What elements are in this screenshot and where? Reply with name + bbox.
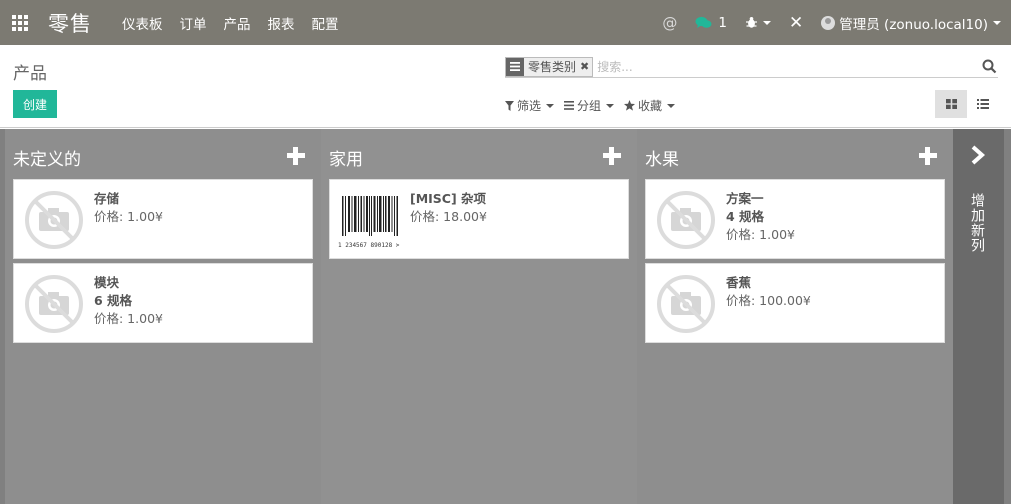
favorites-dropdown[interactable]: 收藏 bbox=[624, 97, 676, 114]
no-image-icon bbox=[657, 275, 715, 333]
search-icon[interactable] bbox=[982, 59, 997, 74]
filter-dropdown[interactable]: 筛选 bbox=[505, 97, 555, 114]
chevron-down-icon bbox=[763, 20, 772, 25]
message-count-badge: 1 bbox=[718, 14, 728, 31]
card-info: [MISC] 杂项 价格: 18.00¥ bbox=[410, 190, 487, 226]
plus-icon[interactable] bbox=[919, 147, 937, 165]
list-icon bbox=[977, 99, 989, 109]
main-menu: 仪表板 订单 产品 报表 配置 bbox=[122, 13, 356, 33]
menu-item-configuration[interactable]: 配置 bbox=[312, 13, 339, 33]
bars-icon bbox=[564, 101, 575, 110]
facet-remove-icon[interactable]: ✖ bbox=[580, 58, 592, 76]
card-info: 存储 价格: 1.00¥ bbox=[94, 190, 163, 226]
column-title: 家用 bbox=[329, 150, 363, 170]
card-info: 香蕉 价格: 100.00¥ bbox=[726, 274, 811, 310]
product-price: 价格: 18.00¥ bbox=[410, 209, 487, 224]
kanban-card[interactable]: 模块 6 规格 价格: 1.00¥ bbox=[13, 263, 313, 343]
breadcrumb: 产品 bbox=[13, 64, 47, 84]
kanban-card[interactable]: 方案一 4 规格 价格: 1.00¥ bbox=[645, 179, 945, 259]
search-facet[interactable]: 零售类别 ✖ bbox=[505, 56, 594, 77]
search-options: 筛选 分组 收藏 bbox=[505, 97, 685, 114]
column-title: 未定义的 bbox=[13, 150, 81, 170]
create-button[interactable]: 创建 bbox=[13, 90, 57, 118]
control-panel: 产品 创建 零售类别 ✖ 筛选 分组 收藏 bbox=[0, 45, 1011, 128]
star-icon bbox=[624, 100, 636, 111]
product-name: 方案一 bbox=[726, 191, 764, 206]
filter-icon bbox=[505, 100, 514, 111]
chat-icon bbox=[695, 16, 712, 28]
add-column-button[interactable]: 增加新列 bbox=[953, 129, 1004, 504]
product-variants: 6 规格 bbox=[94, 293, 133, 308]
mention-icon[interactable]: @ bbox=[662, 14, 677, 32]
plus-icon[interactable] bbox=[603, 147, 621, 165]
list-icon bbox=[506, 57, 524, 76]
product-price: 价格: 1.00¥ bbox=[726, 227, 795, 242]
group-by-label: 分组 bbox=[577, 99, 602, 113]
chevron-down-icon bbox=[606, 103, 615, 108]
product-name: 模块 bbox=[94, 275, 120, 290]
add-column-label: 增加新列 bbox=[969, 193, 985, 253]
product-name: 存储 bbox=[94, 191, 120, 206]
plus-icon[interactable] bbox=[287, 147, 305, 165]
kanban-card[interactable]: 1 234567 890128 > [MISC] 杂项 价格: 18.00¥ bbox=[329, 179, 629, 259]
kanban-view-button[interactable] bbox=[935, 90, 967, 118]
kanban-column-household: 家用 1 234567 890128 > [MISC] 杂项 价格: 18.00… bbox=[321, 129, 637, 504]
card-info: 方案一 4 规格 价格: 1.00¥ bbox=[726, 190, 795, 244]
card-info: 模块 6 规格 价格: 1.00¥ bbox=[94, 274, 163, 328]
product-price: 价格: 1.00¥ bbox=[94, 311, 163, 326]
facet-value: 零售类别 bbox=[528, 59, 577, 74]
chevron-down-icon bbox=[667, 103, 676, 108]
app-title: 零售 bbox=[48, 11, 92, 36]
no-image-icon bbox=[25, 191, 83, 249]
view-switcher bbox=[935, 90, 999, 118]
no-image-icon bbox=[25, 275, 83, 333]
menu-item-orders[interactable]: 订单 bbox=[180, 13, 207, 33]
product-price: 价格: 1.00¥ bbox=[94, 209, 163, 224]
kanban-column-fruit: 水果 方案一 4 规格 价格: 1.00¥ 香蕉 价格: 100.00¥ bbox=[637, 129, 953, 504]
chevron-right-icon bbox=[971, 145, 986, 165]
barcode-image: 1 234567 890128 > bbox=[338, 194, 404, 249]
tools-icon[interactable]: ✕ bbox=[789, 13, 803, 33]
chevron-down-icon bbox=[546, 103, 555, 108]
user-name: 管理员 (zonuo.local10) bbox=[839, 16, 988, 33]
product-name: 香蕉 bbox=[726, 275, 752, 290]
kanban-icon bbox=[945, 99, 957, 109]
menu-item-reports[interactable]: 报表 bbox=[268, 13, 295, 33]
user-menu[interactable]: 管理员 (zonuo.local10) bbox=[821, 13, 1001, 33]
main-navbar: 零售 仪表板 订单 产品 报表 配置 @ 1 ✕ 管理员 (zonuo.loca… bbox=[0, 0, 1011, 45]
avatar bbox=[821, 15, 836, 30]
search-bar: 零售类别 ✖ bbox=[505, 56, 998, 78]
messages-menu[interactable]: 1 bbox=[695, 15, 727, 31]
debug-menu[interactable] bbox=[745, 16, 772, 29]
kanban-card[interactable]: 存储 价格: 1.00¥ bbox=[13, 179, 313, 259]
chevron-down-icon bbox=[993, 20, 1001, 25]
group-by-dropdown[interactable]: 分组 bbox=[564, 97, 615, 114]
list-view-button[interactable] bbox=[967, 90, 999, 118]
barcode-icon bbox=[342, 196, 398, 236]
no-image-icon bbox=[657, 191, 715, 249]
kanban-column-undefined: 未定义的 存储 价格: 1.00¥ 模块 6 规格 价格: 1.00¥ bbox=[5, 129, 321, 504]
filter-label: 筛选 bbox=[517, 99, 542, 113]
menu-item-dashboard[interactable]: 仪表板 bbox=[122, 13, 163, 33]
systray: @ 1 ✕ 管理员 (zonuo.local10) bbox=[662, 0, 1001, 45]
barcode-number: 1 234567 890128 > bbox=[338, 242, 400, 249]
menu-item-products[interactable]: 产品 bbox=[224, 13, 251, 33]
bug-icon bbox=[746, 17, 758, 28]
search-input[interactable] bbox=[597, 59, 998, 74]
product-variants: 4 规格 bbox=[726, 209, 765, 224]
column-title: 水果 bbox=[645, 150, 679, 170]
kanban-board: 未定义的 存储 价格: 1.00¥ 模块 6 规格 价格: 1.00¥ 家用 1… bbox=[0, 129, 1011, 504]
kanban-card[interactable]: 香蕉 价格: 100.00¥ bbox=[645, 263, 945, 343]
apps-grid-icon[interactable] bbox=[12, 14, 30, 32]
product-price: 价格: 100.00¥ bbox=[726, 293, 811, 308]
favorites-label: 收藏 bbox=[638, 99, 663, 113]
product-name: [MISC] 杂项 bbox=[410, 191, 487, 206]
